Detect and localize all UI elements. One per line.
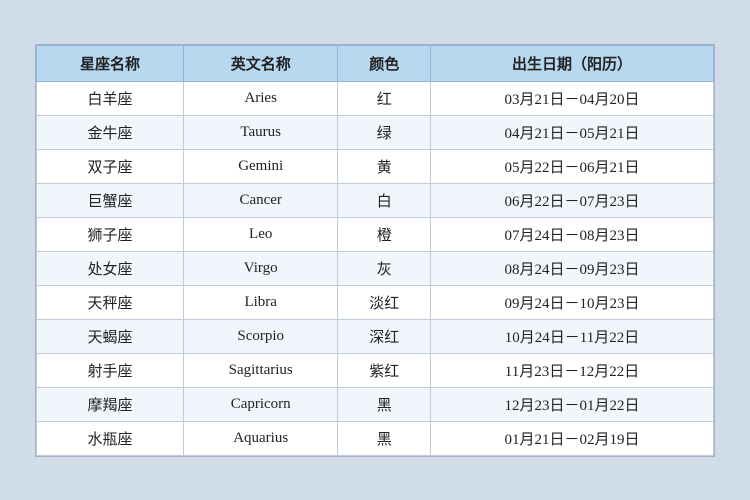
cell-chinese: 金牛座	[37, 115, 184, 149]
cell-english: Virgo	[183, 251, 337, 285]
cell-dates: 01月21日－02月19日	[430, 421, 713, 455]
zodiac-table: 星座名称 英文名称 颜色 出生日期（阳历） 白羊座Aries红03月21日－04…	[36, 45, 714, 456]
cell-color: 红	[338, 81, 431, 115]
cell-chinese: 水瓶座	[37, 421, 184, 455]
cell-chinese: 狮子座	[37, 217, 184, 251]
cell-color: 深红	[338, 319, 431, 353]
table-body: 白羊座Aries红03月21日－04月20日金牛座Taurus绿04月21日－0…	[37, 81, 714, 455]
cell-dates: 03月21日－04月20日	[430, 81, 713, 115]
table-row: 巨蟹座Cancer白06月22日－07月23日	[37, 183, 714, 217]
cell-english: Aries	[183, 81, 337, 115]
cell-english: Scorpio	[183, 319, 337, 353]
cell-dates: 10月24日－11月22日	[430, 319, 713, 353]
cell-color: 黄	[338, 149, 431, 183]
table-row: 处女座Virgo灰08月24日－09月23日	[37, 251, 714, 285]
col-header-chinese: 星座名称	[37, 45, 184, 81]
cell-dates: 11月23日－12月22日	[430, 353, 713, 387]
cell-chinese: 天秤座	[37, 285, 184, 319]
cell-english: Capricorn	[183, 387, 337, 421]
cell-dates: 09月24日－10月23日	[430, 285, 713, 319]
cell-color: 黑	[338, 387, 431, 421]
cell-color: 灰	[338, 251, 431, 285]
cell-color: 绿	[338, 115, 431, 149]
table-row: 天蝎座Scorpio深红10月24日－11月22日	[37, 319, 714, 353]
col-header-color: 颜色	[338, 45, 431, 81]
cell-color: 淡红	[338, 285, 431, 319]
cell-chinese: 摩羯座	[37, 387, 184, 421]
cell-english: Sagittarius	[183, 353, 337, 387]
cell-color: 黑	[338, 421, 431, 455]
table-header-row: 星座名称 英文名称 颜色 出生日期（阳历）	[37, 45, 714, 81]
table-row: 射手座Sagittarius紫红11月23日－12月22日	[37, 353, 714, 387]
table-row: 狮子座Leo橙07月24日－08月23日	[37, 217, 714, 251]
cell-chinese: 巨蟹座	[37, 183, 184, 217]
zodiac-table-wrapper: 星座名称 英文名称 颜色 出生日期（阳历） 白羊座Aries红03月21日－04…	[35, 44, 715, 457]
cell-dates: 05月22日－06月21日	[430, 149, 713, 183]
cell-english: Aquarius	[183, 421, 337, 455]
cell-chinese: 双子座	[37, 149, 184, 183]
cell-chinese: 天蝎座	[37, 319, 184, 353]
cell-english: Libra	[183, 285, 337, 319]
cell-english: Cancer	[183, 183, 337, 217]
table-row: 双子座Gemini黄05月22日－06月21日	[37, 149, 714, 183]
table-row: 白羊座Aries红03月21日－04月20日	[37, 81, 714, 115]
table-row: 水瓶座Aquarius黑01月21日－02月19日	[37, 421, 714, 455]
col-header-english: 英文名称	[183, 45, 337, 81]
cell-chinese: 射手座	[37, 353, 184, 387]
cell-color: 白	[338, 183, 431, 217]
col-header-dates: 出生日期（阳历）	[430, 45, 713, 81]
cell-chinese: 白羊座	[37, 81, 184, 115]
cell-dates: 04月21日－05月21日	[430, 115, 713, 149]
cell-english: Leo	[183, 217, 337, 251]
cell-english: Gemini	[183, 149, 337, 183]
cell-color: 紫红	[338, 353, 431, 387]
cell-chinese: 处女座	[37, 251, 184, 285]
cell-dates: 06月22日－07月23日	[430, 183, 713, 217]
table-row: 天秤座Libra淡红09月24日－10月23日	[37, 285, 714, 319]
cell-dates: 08月24日－09月23日	[430, 251, 713, 285]
cell-english: Taurus	[183, 115, 337, 149]
cell-dates: 12月23日－01月22日	[430, 387, 713, 421]
table-row: 金牛座Taurus绿04月21日－05月21日	[37, 115, 714, 149]
cell-color: 橙	[338, 217, 431, 251]
table-row: 摩羯座Capricorn黑12月23日－01月22日	[37, 387, 714, 421]
cell-dates: 07月24日－08月23日	[430, 217, 713, 251]
